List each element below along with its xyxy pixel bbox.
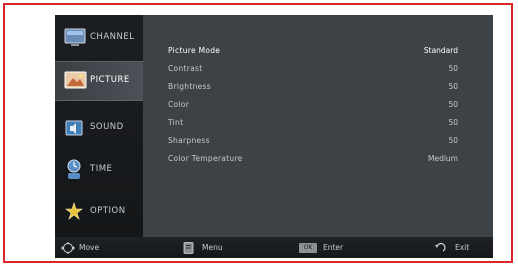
option-icon: [64, 201, 88, 223]
hint-menu-label: Menu: [202, 243, 223, 252]
sidebar-item-label: SOUND: [90, 122, 124, 132]
setting-label: Contrast: [168, 64, 203, 73]
setting-value: 50: [448, 82, 458, 91]
sidebar-item-time[interactable]: TIME: [55, 151, 143, 191]
setting-row-tint[interactable]: Tint 50: [168, 116, 458, 131]
hint-exit-label: Exit: [455, 243, 470, 252]
sidebar-item-label: CHANNEL: [90, 32, 135, 42]
outer-frame: CHANNEL PICTURE SOUND TIME OPTION Pictur…: [3, 3, 513, 263]
sidebar-item-picture[interactable]: PICTURE: [55, 61, 143, 101]
setting-label: Picture Mode: [168, 46, 221, 55]
sidebar-item-label: PICTURE: [90, 75, 130, 85]
setting-row-color-temperature[interactable]: Color Temperature Medium: [168, 152, 458, 167]
sidebar-item-sound[interactable]: SOUND: [55, 109, 143, 149]
sidebar-item-channel[interactable]: CHANNEL: [55, 19, 143, 59]
setting-value: 50: [448, 136, 458, 145]
setting-value: Standard: [423, 46, 458, 55]
setting-label: Tint: [168, 118, 184, 127]
channel-icon: [64, 27, 88, 49]
picture-settings-panel: Picture Mode Standard Contrast 50 Bright…: [143, 15, 493, 237]
menu-key-icon: [183, 242, 195, 256]
time-icon: [64, 159, 88, 181]
setting-value: 50: [448, 118, 458, 127]
setting-row-picture-mode[interactable]: Picture Mode Standard: [168, 44, 458, 59]
sidebar-item-label: OPTION: [90, 206, 126, 216]
setting-label: Sharpness: [168, 136, 210, 145]
return-arrow-icon: [433, 242, 447, 256]
hint-move-label: Move: [79, 243, 100, 252]
hint-menu: Menu: [183, 237, 253, 258]
hint-move: Move: [61, 237, 131, 258]
move-arrows-icon: [61, 242, 75, 256]
ok-key-icon: OK: [299, 243, 317, 253]
setting-row-color[interactable]: Color 50: [168, 98, 458, 113]
tv-menu-screen: CHANNEL PICTURE SOUND TIME OPTION Pictur…: [55, 15, 493, 258]
sidebar-item-label: TIME: [90, 164, 113, 174]
setting-row-brightness[interactable]: Brightness 50: [168, 80, 458, 95]
navigation-hint-bar: Move Menu OK Enter Exit: [55, 237, 493, 258]
picture-icon: [64, 70, 88, 92]
setting-label: Brightness: [168, 82, 211, 91]
menu-sidebar: CHANNEL PICTURE SOUND TIME OPTION: [55, 15, 143, 237]
setting-value: 50: [448, 100, 458, 109]
setting-label: Color Temperature: [168, 154, 243, 163]
sidebar-item-option[interactable]: OPTION: [55, 193, 143, 233]
hint-exit: Exit: [433, 237, 489, 258]
hint-enter-label: Enter: [323, 243, 344, 252]
setting-row-contrast[interactable]: Contrast 50: [168, 62, 458, 77]
setting-row-sharpness[interactable]: Sharpness 50: [168, 134, 458, 149]
hint-enter: OK Enter: [299, 237, 369, 258]
sound-icon: [64, 117, 88, 139]
setting-value: 50: [448, 64, 458, 73]
setting-label: Color: [168, 100, 190, 109]
setting-value: Medium: [428, 154, 458, 163]
